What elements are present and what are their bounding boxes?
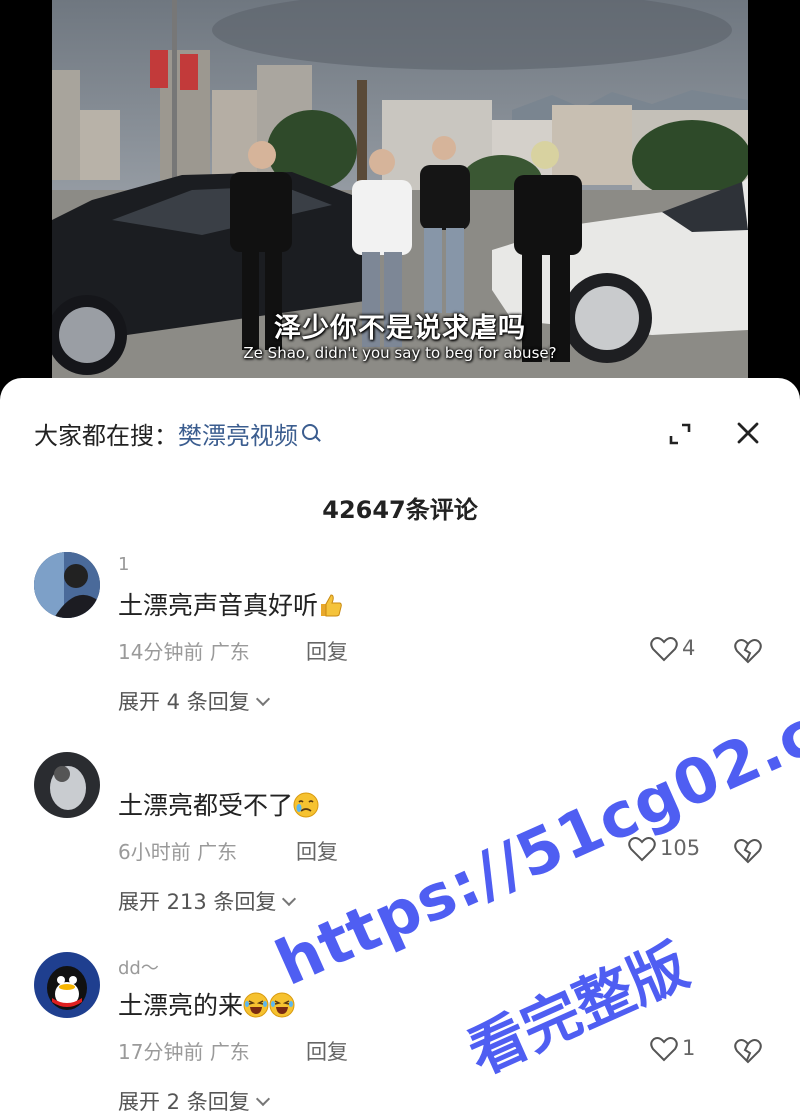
laughing-face-icon [269, 992, 295, 1018]
laughing-face-icon [243, 992, 269, 1018]
avatar[interactable] [34, 552, 100, 618]
username[interactable]: dd～ [118, 954, 159, 980]
comment-time: 6小时前 [118, 840, 191, 864]
chevron-down-icon [255, 691, 270, 707]
comment-time: 17分钟前 [118, 1040, 204, 1064]
broken-heart-icon[interactable] [734, 1038, 762, 1064]
like-count: 105 [660, 836, 701, 860]
like-button[interactable]: 4 [650, 636, 695, 662]
expand-replies-label: 展开 2 条回复 [118, 1090, 250, 1114]
crying-face-icon [293, 792, 319, 818]
subtitle-english: Ze Shao, didn't you say to beg for abuse… [243, 344, 557, 362]
expand-replies-button[interactable]: 展开 2 条回复 [118, 1086, 270, 1116]
avatar[interactable] [34, 952, 100, 1018]
like-count: 1 [682, 1036, 696, 1060]
like-count: 4 [682, 636, 696, 660]
comment-location: 广东 [209, 640, 250, 664]
comment-sheet: 大家都在搜：樊漂亮视频 42647条评论 1 土漂亮声音真好听 14分钟前 广东… [0, 378, 800, 1120]
search-icon [302, 424, 318, 440]
comment-meta: 14分钟前 广东 [118, 636, 250, 665]
heart-icon [650, 1037, 678, 1062]
comment-time: 14分钟前 [118, 640, 204, 664]
reply-button[interactable]: 回复 [296, 836, 338, 866]
heart-icon [650, 637, 678, 662]
comment-location: 广东 [209, 1040, 250, 1064]
broken-heart-icon[interactable] [734, 638, 762, 664]
close-icon[interactable] [735, 420, 761, 446]
broken-heart-icon[interactable] [734, 838, 762, 864]
comment-count: 42647条评论 [322, 496, 478, 524]
comment-text-content: 土漂亮都受不了 [118, 791, 294, 820]
expand-replies-label: 展开 213 条回复 [118, 890, 277, 914]
expand-replies-button[interactable]: 展开 4 条回复 [118, 686, 270, 716]
reply-button[interactable]: 回复 [306, 636, 348, 666]
trending-search[interactable]: 大家都在搜：樊漂亮视频 [34, 416, 318, 451]
heart-icon [628, 837, 656, 862]
trending-search-prefix: 大家都在搜： [34, 422, 178, 450]
comment-location: 广东 [197, 840, 238, 864]
comment-meta: 6小时前 广东 [118, 836, 237, 865]
comment-item: 1 土漂亮声音真好听 14分钟前 广东 回复 4 展开 4 条回复 [0, 548, 800, 748]
expand-replies-label: 展开 4 条回复 [118, 690, 250, 714]
expand-replies-button[interactable]: 展开 213 条回复 [118, 886, 297, 916]
chevron-down-icon [282, 891, 297, 907]
comment-text: 土漂亮的来 [118, 986, 295, 1022]
chevron-down-icon [255, 1091, 270, 1107]
comment-meta: 17分钟前 广东 [118, 1036, 250, 1065]
reply-button[interactable]: 回复 [306, 1036, 348, 1066]
like-button[interactable]: 1 [650, 1036, 695, 1062]
comment-text: 土漂亮声音真好听 [118, 586, 344, 622]
avatar[interactable] [34, 752, 100, 818]
trending-search-query[interactable]: 樊漂亮视频 [178, 422, 298, 450]
comment-text-content: 土漂亮的来 [118, 991, 244, 1020]
comment-item: 土漂亮都受不了 6小时前 广东 回复 105 展开 213 条回复 [0, 748, 800, 948]
comment-text: 土漂亮都受不了 [118, 786, 319, 822]
thumbs-up-icon [321, 594, 342, 617]
username[interactable]: 1 [118, 554, 129, 575]
comment-item: dd～ 土漂亮的来 17分钟前 广东 回复 1 展开 2 条回复 [0, 948, 800, 1120]
fullscreen-icon[interactable] [668, 422, 692, 446]
video-player[interactable]: 泽少你不是说求虐吗 Ze Shao, didn't you say to beg… [52, 0, 748, 380]
like-button[interactable]: 105 [628, 836, 700, 862]
comment-text-content: 土漂亮声音真好听 [118, 591, 319, 620]
subtitle-chinese: 泽少你不是说求虐吗 [274, 313, 526, 344]
